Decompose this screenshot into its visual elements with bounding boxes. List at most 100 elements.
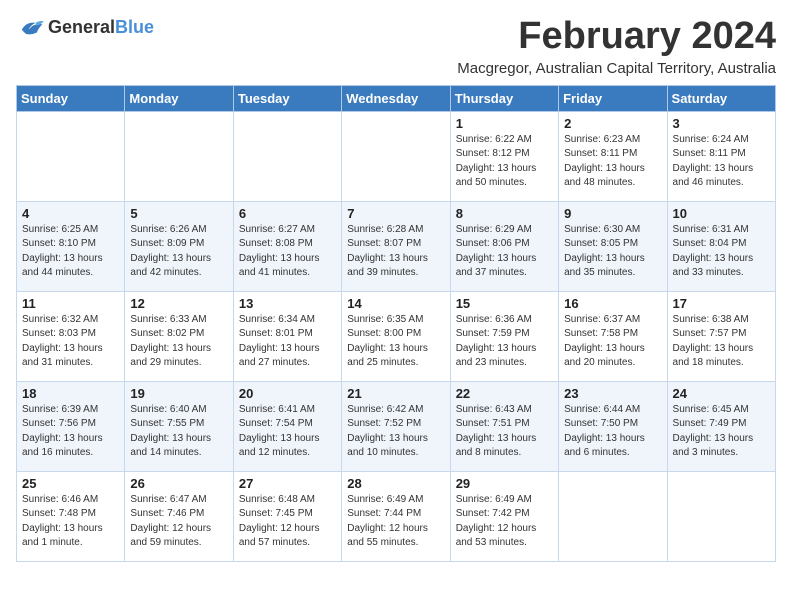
calendar-cell: 19 Sunrise: 6:40 AM Sunset: 7:55 PM Dayli… bbox=[125, 381, 233, 471]
day-number: 26 bbox=[130, 476, 227, 491]
calendar-week-5: 25Sunrise: 6:46 AM Sunset: 7:48 PM Dayli… bbox=[17, 471, 776, 561]
calendar-cell: 20 Sunrise: 6:41 AM Sunset: 7:54 PM Dayli… bbox=[233, 381, 341, 471]
weekday-header-wednesday: Wednesday bbox=[342, 85, 450, 111]
day-number: 22 bbox=[456, 386, 553, 401]
calendar-cell: 29 Sunrise: 6:49 AM Sunset: 7:42 PM Dayli… bbox=[450, 471, 558, 561]
calendar-cell bbox=[559, 471, 667, 561]
day-detail: Sunrise: 6:40 AM Sunset: 7:55 PM Dayligh… bbox=[130, 403, 227, 461]
calendar: SundayMondayTuesdayWednesdayThursdayFrid… bbox=[16, 85, 776, 562]
calendar-cell bbox=[342, 111, 450, 201]
day-detail: Sunrise: 6:32 AM Sunset: 8:03 PM Dayligh… bbox=[22, 313, 119, 371]
calendar-body: 1 Sunrise: 6:22 AM Sunset: 8:12 PM Daylig… bbox=[17, 111, 776, 561]
day-number: 6 bbox=[239, 206, 336, 221]
calendar-cell: 15 Sunrise: 6:36 AM Sunset: 7:59 PM Dayli… bbox=[450, 291, 558, 381]
day-detail: Sunrise: 6:35 AM Sunset: 8:00 PM Dayligh… bbox=[347, 313, 444, 371]
weekday-header-sunday: Sunday bbox=[17, 85, 125, 111]
day-number: 12 bbox=[130, 296, 227, 311]
calendar-cell: 10 Sunrise: 6:31 AM Sunset: 8:04 PM Dayli… bbox=[667, 201, 775, 291]
day-detail: Sunrise: 6:33 AM Sunset: 8:02 PM Dayligh… bbox=[130, 313, 227, 371]
day-number: 14 bbox=[347, 296, 444, 311]
day-number: 16 bbox=[564, 296, 661, 311]
day-number: 28 bbox=[347, 476, 444, 491]
day-detail: Sunrise: 6:38 AM Sunset: 7:57 PM Dayligh… bbox=[673, 313, 770, 371]
day-number: 21 bbox=[347, 386, 444, 401]
day-number: 4 bbox=[22, 206, 119, 221]
weekday-header-friday: Friday bbox=[559, 85, 667, 111]
day-detail: Sunrise: 6:39 AM Sunset: 7:56 PM Dayligh… bbox=[22, 403, 119, 461]
day-number: 19 bbox=[130, 386, 227, 401]
weekday-header-thursday: Thursday bbox=[450, 85, 558, 111]
day-number: 10 bbox=[673, 206, 770, 221]
day-detail: Sunrise: 6:49 AM Sunset: 7:42 PM Dayligh… bbox=[456, 493, 553, 551]
calendar-cell: 23Sunrise: 6:44 AM Sunset: 7:50 PM Dayli… bbox=[559, 381, 667, 471]
calendar-cell: 18 Sunrise: 6:39 AM Sunset: 7:56 PM Dayli… bbox=[17, 381, 125, 471]
day-detail: Sunrise: 6:36 AM Sunset: 7:59 PM Dayligh… bbox=[456, 313, 553, 371]
day-number: 3 bbox=[673, 116, 770, 131]
day-detail: Sunrise: 6:24 AM Sunset: 8:11 PM Dayligh… bbox=[673, 133, 770, 191]
day-number: 2 bbox=[564, 116, 661, 131]
day-detail: Sunrise: 6:31 AM Sunset: 8:04 PM Dayligh… bbox=[673, 223, 770, 281]
day-number: 13 bbox=[239, 296, 336, 311]
day-detail: Sunrise: 6:23 AM Sunset: 8:11 PM Dayligh… bbox=[564, 133, 661, 191]
day-detail: Sunrise: 6:43 AM Sunset: 7:51 PM Dayligh… bbox=[456, 403, 553, 461]
day-detail: Sunrise: 6:34 AM Sunset: 8:01 PM Dayligh… bbox=[239, 313, 336, 371]
day-number: 8 bbox=[456, 206, 553, 221]
calendar-cell: 4 Sunrise: 6:25 AM Sunset: 8:10 PM Daylig… bbox=[17, 201, 125, 291]
logo-blue: Blue bbox=[115, 17, 154, 37]
calendar-cell: 26 Sunrise: 6:47 AM Sunset: 7:46 PM Dayli… bbox=[125, 471, 233, 561]
day-detail: Sunrise: 6:48 AM Sunset: 7:45 PM Dayligh… bbox=[239, 493, 336, 551]
calendar-cell: 12 Sunrise: 6:33 AM Sunset: 8:02 PM Dayli… bbox=[125, 291, 233, 381]
day-detail: Sunrise: 6:49 AM Sunset: 7:44 PM Dayligh… bbox=[347, 493, 444, 551]
day-detail: Sunrise: 6:27 AM Sunset: 8:08 PM Dayligh… bbox=[239, 223, 336, 281]
day-number: 24 bbox=[673, 386, 770, 401]
day-detail: Sunrise: 6:26 AM Sunset: 8:09 PM Dayligh… bbox=[130, 223, 227, 281]
day-detail: Sunrise: 6:22 AM Sunset: 8:12 PM Dayligh… bbox=[456, 133, 553, 191]
logo-text: GeneralBlue bbox=[48, 17, 154, 38]
day-number: 5 bbox=[130, 206, 227, 221]
calendar-week-2: 4 Sunrise: 6:25 AM Sunset: 8:10 PM Daylig… bbox=[17, 201, 776, 291]
calendar-cell: 28 Sunrise: 6:49 AM Sunset: 7:44 PM Dayli… bbox=[342, 471, 450, 561]
calendar-week-1: 1 Sunrise: 6:22 AM Sunset: 8:12 PM Daylig… bbox=[17, 111, 776, 201]
calendar-week-3: 11Sunrise: 6:32 AM Sunset: 8:03 PM Dayli… bbox=[17, 291, 776, 381]
title-area: February 2024 Macgregor, Australian Capi… bbox=[457, 16, 776, 77]
calendar-cell: 22 Sunrise: 6:43 AM Sunset: 7:51 PM Dayli… bbox=[450, 381, 558, 471]
calendar-cell: 17 Sunrise: 6:38 AM Sunset: 7:57 PM Dayli… bbox=[667, 291, 775, 381]
calendar-cell: 27 Sunrise: 6:48 AM Sunset: 7:45 PM Dayli… bbox=[233, 471, 341, 561]
calendar-cell: 7Sunrise: 6:28 AM Sunset: 8:07 PM Daylig… bbox=[342, 201, 450, 291]
calendar-cell: 1 Sunrise: 6:22 AM Sunset: 8:12 PM Daylig… bbox=[450, 111, 558, 201]
calendar-cell: 24Sunrise: 6:45 AM Sunset: 7:49 PM Dayli… bbox=[667, 381, 775, 471]
calendar-cell: 11Sunrise: 6:32 AM Sunset: 8:03 PM Dayli… bbox=[17, 291, 125, 381]
day-number: 29 bbox=[456, 476, 553, 491]
calendar-cell: 13 Sunrise: 6:34 AM Sunset: 8:01 PM Dayli… bbox=[233, 291, 341, 381]
calendar-cell: 5 Sunrise: 6:26 AM Sunset: 8:09 PM Daylig… bbox=[125, 201, 233, 291]
day-number: 15 bbox=[456, 296, 553, 311]
weekday-header-tuesday: Tuesday bbox=[233, 85, 341, 111]
day-number: 25 bbox=[22, 476, 119, 491]
calendar-cell bbox=[667, 471, 775, 561]
day-number: 27 bbox=[239, 476, 336, 491]
weekday-header-saturday: Saturday bbox=[667, 85, 775, 111]
calendar-cell: 16Sunrise: 6:37 AM Sunset: 7:58 PM Dayli… bbox=[559, 291, 667, 381]
calendar-week-4: 18 Sunrise: 6:39 AM Sunset: 7:56 PM Dayli… bbox=[17, 381, 776, 471]
day-detail: Sunrise: 6:25 AM Sunset: 8:10 PM Dayligh… bbox=[22, 223, 119, 281]
month-title: February 2024 bbox=[457, 16, 776, 58]
day-number: 17 bbox=[673, 296, 770, 311]
day-detail: Sunrise: 6:30 AM Sunset: 8:05 PM Dayligh… bbox=[564, 223, 661, 281]
calendar-cell: 9 Sunrise: 6:30 AM Sunset: 8:05 PM Daylig… bbox=[559, 201, 667, 291]
day-detail: Sunrise: 6:44 AM Sunset: 7:50 PM Dayligh… bbox=[564, 403, 661, 461]
day-number: 1 bbox=[456, 116, 553, 131]
calendar-cell bbox=[125, 111, 233, 201]
day-detail: Sunrise: 6:47 AM Sunset: 7:46 PM Dayligh… bbox=[130, 493, 227, 551]
day-number: 20 bbox=[239, 386, 336, 401]
calendar-cell: 21 Sunrise: 6:42 AM Sunset: 7:52 PM Dayli… bbox=[342, 381, 450, 471]
calendar-cell: 6 Sunrise: 6:27 AM Sunset: 8:08 PM Daylig… bbox=[233, 201, 341, 291]
day-detail: Sunrise: 6:42 AM Sunset: 7:52 PM Dayligh… bbox=[347, 403, 444, 461]
day-number: 9 bbox=[564, 206, 661, 221]
logo-general: General bbox=[48, 17, 115, 37]
day-detail: Sunrise: 6:29 AM Sunset: 8:06 PM Dayligh… bbox=[456, 223, 553, 281]
calendar-cell: 3 Sunrise: 6:24 AM Sunset: 8:11 PM Daylig… bbox=[667, 111, 775, 201]
day-detail: Sunrise: 6:41 AM Sunset: 7:54 PM Dayligh… bbox=[239, 403, 336, 461]
calendar-cell: 2 Sunrise: 6:23 AM Sunset: 8:11 PM Daylig… bbox=[559, 111, 667, 201]
day-number: 18 bbox=[22, 386, 119, 401]
logo-bird-icon bbox=[16, 16, 44, 38]
